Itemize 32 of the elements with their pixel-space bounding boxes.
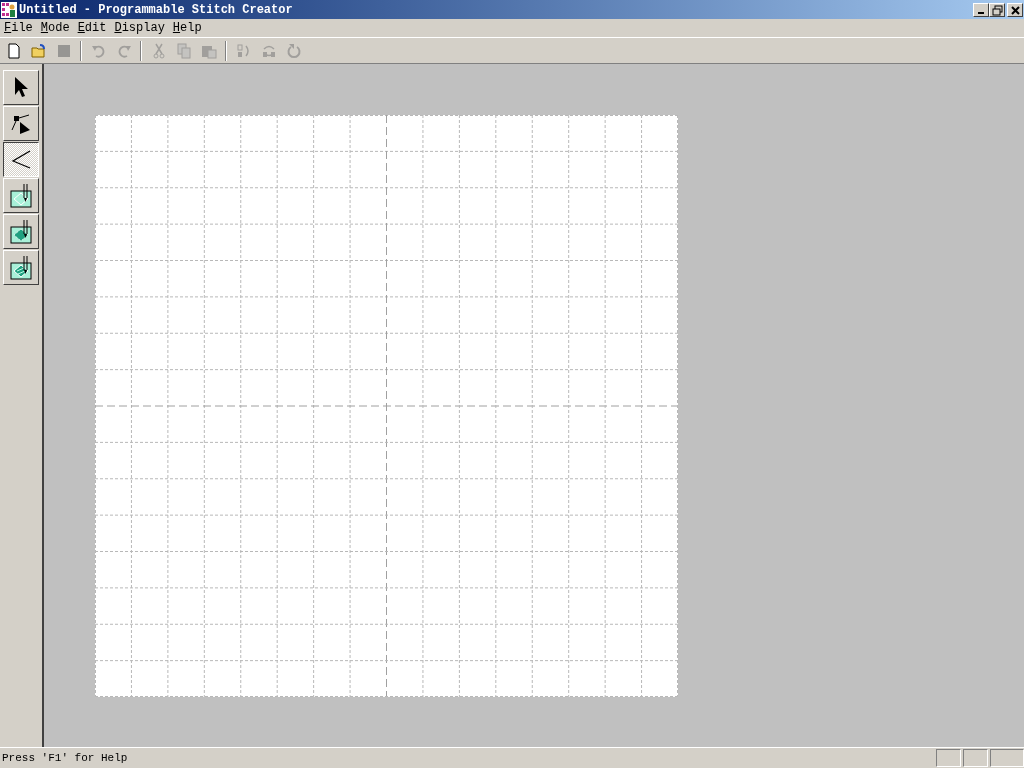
fill-stitch-icon — [8, 253, 34, 282]
status-pane — [936, 749, 961, 767]
status-pane — [963, 749, 988, 767]
minimize-button[interactable] — [973, 2, 989, 17]
arrow-pointer-tool-button[interactable] — [3, 70, 39, 105]
app-icon — [1, 1, 17, 18]
zigzag-stitch-tool-button[interactable] — [3, 142, 39, 177]
menu-item[interactable]: Mode — [37, 19, 73, 37]
restore-button[interactable] — [989, 2, 1005, 17]
menu-item[interactable]: Help — [169, 19, 205, 37]
fill-stitch-tool-button[interactable] — [3, 250, 39, 285]
fill-stitch-icon — [8, 181, 34, 210]
folder-icon — [30, 42, 47, 59]
fill-stitch-tool-button[interactable] — [3, 178, 39, 213]
fill-stitch-tool-button[interactable] — [3, 214, 39, 249]
scissors-icon — [150, 42, 167, 59]
minimize-icon — [978, 12, 984, 14]
node-edit-tool-button[interactable] — [3, 106, 39, 141]
copy-icon — [175, 42, 192, 59]
fill-stitch-icon — [8, 217, 34, 246]
rotate-icon — [285, 42, 302, 59]
restore-icon — [990, 3, 1004, 16]
close-button[interactable] — [1007, 2, 1023, 17]
menu-item[interactable]: File — [1, 19, 36, 37]
window-title: Untitled - Programmable Stitch Creator — [18, 1, 294, 19]
flip-icon — [235, 42, 252, 59]
close-icon — [1008, 3, 1022, 16]
menu-item[interactable]: Edit — [74, 19, 110, 37]
status-pane — [990, 749, 1024, 767]
status-text: Press 'F1' for Help — [1, 750, 129, 766]
menu-item[interactable]: Display — [111, 19, 168, 37]
new-file-icon — [5, 42, 22, 59]
